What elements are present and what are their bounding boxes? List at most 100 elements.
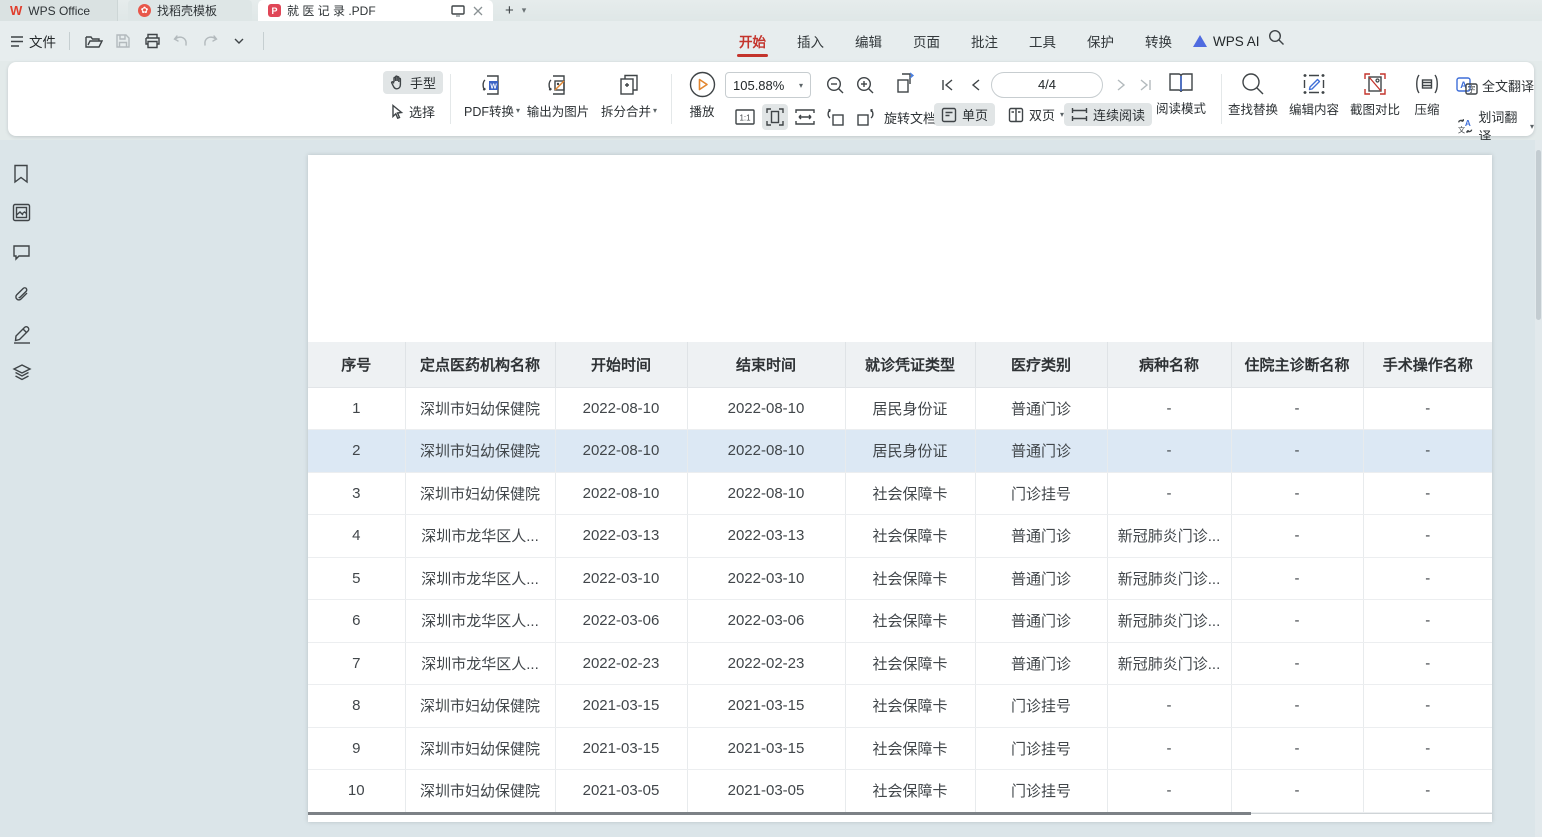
table-cell: 2022-08-10: [555, 472, 687, 515]
table-cell: 新冠肺炎门诊...: [1107, 515, 1231, 558]
svg-text:文: 文: [1458, 125, 1466, 134]
table-cell: 门诊挂号: [975, 685, 1107, 728]
file-menu-button[interactable]: 文件: [10, 31, 56, 51]
main-menu: 开始插入编辑页面批注工具保护转换: [737, 21, 1174, 61]
fit-width-button[interactable]: [792, 104, 818, 130]
menu-tab-开始[interactable]: 开始: [737, 21, 768, 61]
find-replace-button[interactable]: 查找替换: [1225, 72, 1281, 118]
menu-tab-转换[interactable]: 转换: [1143, 21, 1174, 61]
table-cell: 10: [308, 770, 405, 813]
divider: [671, 74, 672, 124]
fit-page-button[interactable]: [762, 104, 788, 130]
table-cell: 9: [308, 727, 405, 770]
table-cell: -: [1363, 515, 1492, 558]
attachment-icon[interactable]: [12, 284, 32, 304]
play-label: 播放: [689, 101, 714, 120]
first-page-icon[interactable]: [934, 72, 960, 98]
menu-tab-编辑[interactable]: 编辑: [853, 21, 884, 61]
table-cell: 8: [308, 685, 405, 728]
menu-tab-插入[interactable]: 插入: [795, 21, 826, 61]
table-cell: 普通门诊: [975, 642, 1107, 685]
continuous-read-button[interactable]: 连续阅读: [1064, 103, 1152, 126]
layers-icon[interactable]: [12, 363, 32, 383]
table-cell: 深圳市妇幼保健院: [405, 685, 555, 728]
full-translate-button[interactable]: A 字 全文翻译: [1456, 76, 1534, 95]
table-cell: 2022-08-10: [555, 430, 687, 473]
medical-records-table: 序号定点医药机构名称开始时间结束时间就诊凭证类型医疗类别病种名称住院主诊断名称手…: [308, 342, 1492, 813]
docer-icon: ✿: [138, 4, 151, 17]
table-row: 7深圳市龙华区人...2022-02-232022-02-23社会保障卡普通门诊…: [308, 642, 1492, 685]
divider: [1221, 74, 1222, 124]
table-cell: -: [1231, 685, 1363, 728]
actual-size-button[interactable]: 1:1: [732, 104, 758, 130]
pdf-convert-button[interactable]: W PDF转换▾: [460, 72, 524, 120]
export-image-button[interactable]: 输出为图片: [525, 72, 591, 120]
bookmark-icon[interactable]: [12, 164, 32, 184]
divider: [263, 32, 264, 50]
table-header-cell: 开始时间: [555, 342, 687, 387]
screenshot-compare-button[interactable]: 截图对比: [1347, 72, 1403, 118]
table-cell: 深圳市妇幼保健院: [405, 430, 555, 473]
table-cell: 2022-03-13: [555, 515, 687, 558]
rotate-right-icon[interactable]: [852, 104, 878, 130]
pdf-convert-label: PDF转换: [464, 101, 514, 120]
table-cell: -: [1107, 727, 1231, 770]
split-merge-button[interactable]: 拆分合并▾: [596, 72, 662, 120]
table-cell: -: [1231, 642, 1363, 685]
zoom-in-icon[interactable]: [852, 72, 878, 98]
read-mode-button[interactable]: 阅读模式: [1153, 71, 1209, 117]
prev-page-icon[interactable]: [962, 72, 988, 98]
menu-tab-保护[interactable]: 保护: [1085, 21, 1116, 61]
scrollbar-thumb[interactable]: [1536, 150, 1541, 320]
menu-search-icon[interactable]: [1268, 29, 1285, 46]
save-icon[interactable]: [112, 30, 134, 52]
tab-wps-office[interactable]: W WPS Office: [0, 0, 118, 21]
select-tool-button[interactable]: 选择: [383, 100, 442, 123]
menu-tab-工具[interactable]: 工具: [1027, 21, 1058, 61]
edit-content-button[interactable]: 编辑内容: [1286, 72, 1342, 118]
swap-pages-icon[interactable]: [892, 70, 918, 96]
table-cell: 2022-08-10: [687, 430, 845, 473]
table-header-cell: 病种名称: [1107, 342, 1231, 387]
monitor-icon[interactable]: [451, 5, 465, 17]
menu-tab-批注[interactable]: 批注: [969, 21, 1000, 61]
close-tab-icon[interactable]: [473, 6, 483, 16]
tab-docer-templates[interactable]: ✿ 找稻壳模板: [128, 0, 252, 21]
table-cell: 2022-03-10: [555, 557, 687, 600]
next-page-icon[interactable]: [1108, 72, 1134, 98]
quickbar-more-chevron-icon[interactable]: [228, 30, 250, 52]
print-icon[interactable]: [141, 30, 163, 52]
open-file-icon[interactable]: [83, 30, 105, 52]
table-header-cell: 结束时间: [687, 342, 845, 387]
zoom-out-icon[interactable]: [822, 72, 848, 98]
table-cell: 7: [308, 642, 405, 685]
tab-document-pdf[interactable]: P 就 医 记 录 .PDF: [258, 0, 493, 21]
zoom-level-select[interactable]: 105.88% ▾: [725, 72, 811, 98]
new-tab-button[interactable]: +: [505, 2, 514, 19]
rotate-left-icon[interactable]: [822, 104, 848, 130]
vertical-scrollbar[interactable]: [1535, 140, 1542, 837]
wps-window: W WPS Office ✿ 找稻壳模板 P 就 医 记 录 .PDF + ▾: [0, 0, 1542, 837]
table-cell: 2: [308, 430, 405, 473]
tab-list-chevron-icon[interactable]: ▾: [522, 5, 527, 16]
double-page-button[interactable]: 双页 ▾: [1001, 103, 1071, 126]
rotate-doc-button[interactable]: 旋转文档: [884, 108, 936, 127]
play-button[interactable]: 播放: [680, 71, 724, 120]
wps-ai-button[interactable]: WPS AI: [1193, 21, 1260, 61]
left-panel-toolbar: [0, 140, 44, 837]
page-number-input[interactable]: 4/4: [991, 72, 1103, 98]
hand-tool-button[interactable]: 手型: [383, 71, 443, 94]
table-cell: 深圳市妇幼保健院: [405, 472, 555, 515]
redo-icon[interactable]: [199, 30, 221, 52]
signature-pen-icon[interactable]: [12, 323, 32, 343]
compress-button[interactable]: 压缩: [1406, 72, 1448, 118]
table-cell: 社会保障卡: [845, 472, 975, 515]
menu-tab-页面[interactable]: 页面: [911, 21, 942, 61]
table-header-cell: 定点医药机构名称: [405, 342, 555, 387]
thumbnail-icon[interactable]: [12, 203, 32, 223]
table-cell: -: [1363, 642, 1492, 685]
table-cell: 2022-03-10: [687, 557, 845, 600]
comment-icon[interactable]: [12, 244, 32, 264]
undo-icon[interactable]: [170, 30, 192, 52]
single-page-button[interactable]: 单页: [934, 103, 995, 126]
